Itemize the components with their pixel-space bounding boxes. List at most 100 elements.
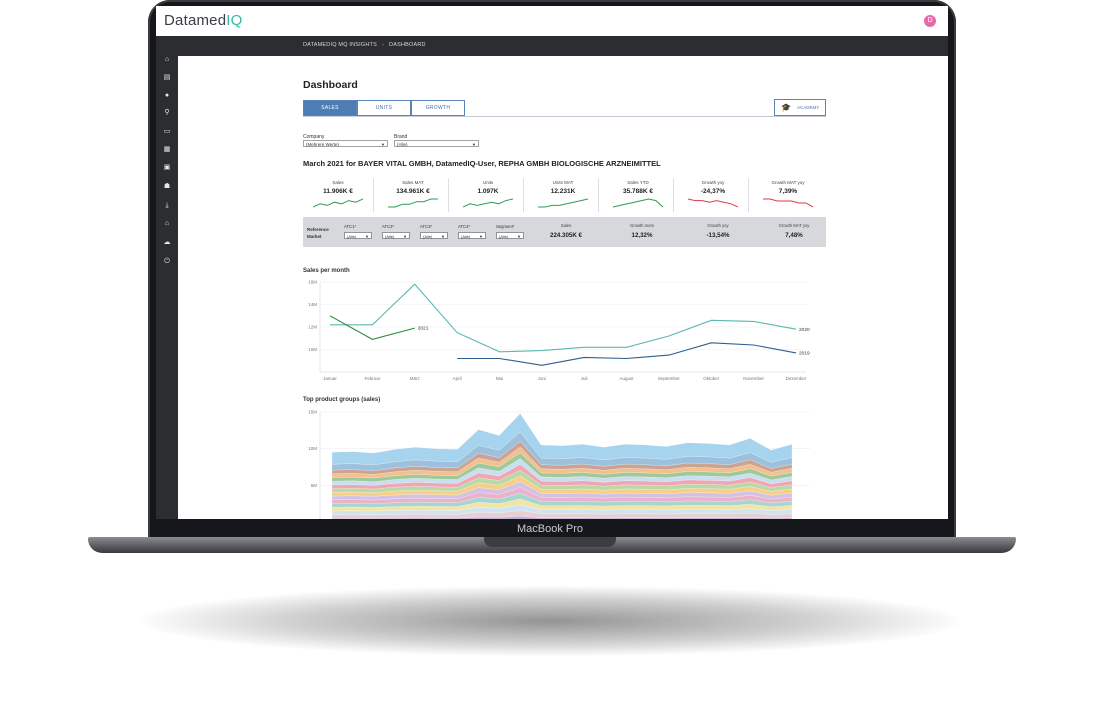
kpi-tile[interactable]: Growth yoy -24,37% <box>678 178 749 212</box>
calendar-icon[interactable]: ▦ <box>163 146 171 154</box>
sales-per-month-chart: 10M 12M 14M 16M Januar Februar März April Mai Jun… <box>308 280 810 382</box>
kpi-label: Sales YTD <box>627 180 649 185</box>
tab-units[interactable]: UNITS <box>357 100 411 116</box>
x-tick-label: Juni <box>538 376 546 381</box>
power-icon[interactable]: ⏻ <box>163 258 171 266</box>
y-tick-label: 10M <box>308 347 317 352</box>
series-line-2021 <box>329 315 415 340</box>
app-topbar: DatamedIQ D <box>156 6 948 36</box>
atc-filter-select[interactable]: (Alle) ▼ <box>496 232 524 239</box>
kpi-tile[interactable]: Sales YTD 35.788K € <box>603 178 674 212</box>
globe-icon[interactable]: ● <box>163 92 171 100</box>
atc-filter-label: ATC3* <box>420 224 433 229</box>
brand-select-value: (Alle) <box>397 142 408 147</box>
kpi-tile[interactable]: Units 1.097K <box>453 178 524 212</box>
sidebar: ⌂ ▤ ● ⚲ ▭ ▦ ▣ ☗ ⤓ ⌂ ☁ ⏻ <box>156 36 178 519</box>
atc-filter-select[interactable]: (Alle) ▼ <box>382 232 410 239</box>
brand-select[interactable]: (Alle) ▼ <box>394 140 479 147</box>
x-tick-label: Januar <box>323 376 337 381</box>
x-tick-label: August <box>620 376 635 381</box>
sparkline-path <box>388 198 438 208</box>
x-tick-label: April <box>453 376 462 381</box>
document-icon[interactable]: ▤ <box>163 74 171 82</box>
download-icon[interactable]: ⤓ <box>163 202 171 210</box>
laptop-base-notch <box>484 537 616 547</box>
x-tick-label: Dezember <box>786 376 807 381</box>
sparkline-path <box>313 198 363 208</box>
reference-kpi-value: 7,48% <box>785 232 803 239</box>
company-select[interactable]: (Mehrere Werte) ▼ <box>303 140 388 147</box>
page-title: Dashboard <box>303 79 358 91</box>
report-headline: March 2021 for BAYER VITAL GMBH, Datamed… <box>303 159 661 168</box>
users-icon[interactable]: ☗ <box>163 183 171 191</box>
x-tick-label: Februar <box>364 376 380 381</box>
reference-kpi: Growth MAT yoy 7,48% <box>759 223 829 239</box>
tab-growth[interactable]: GROWTH <box>411 100 465 116</box>
reference-kpi: Growth yoy -13,54% <box>683 223 753 239</box>
dashboard-content: Dashboard SALES UNITS GROWTH 🎓 ACADEMY C… <box>178 56 948 519</box>
kpi-sparkline <box>463 198 513 208</box>
x-tick-label: Mai <box>496 376 503 381</box>
device-shadow <box>140 586 960 656</box>
list-icon[interactable]: ▣ <box>163 164 171 172</box>
reference-market-label: Reference Market <box>307 227 329 239</box>
breadcrumb-bar: DATAMEDIQ MQ INSIGHTS › DASHBOARD <box>156 36 948 56</box>
building-icon[interactable]: ⌂ <box>163 220 171 228</box>
academy-label: ACADEMY <box>797 105 820 110</box>
tab-divider <box>303 116 826 117</box>
cloud-icon[interactable]: ☁ <box>163 239 171 247</box>
breadcrumb-item-dashboard[interactable]: DASHBOARD <box>389 42 426 48</box>
dropdown-arrow-icon: ▼ <box>472 142 476 147</box>
kpi-label: Sales MAT <box>402 180 424 185</box>
kpi-value: 35.788K € <box>623 188 653 195</box>
x-tick-label: Oktober <box>703 376 720 381</box>
kpi-label: Units <box>482 180 494 185</box>
kpi-value: -24,37% <box>700 188 726 195</box>
atc-filter-label: ATC1* <box>344 224 357 229</box>
reference-kpi-label: Growth yoy <box>707 223 729 228</box>
reference-kpi-label: Sales <box>560 223 572 228</box>
tab-sales[interactable]: SALES <box>303 100 357 116</box>
kpi-tile[interactable]: Growth MAT yoy 7,39% <box>753 178 823 212</box>
atc-select-value: (Alle) <box>347 234 357 239</box>
logo-accent-text: IQ <box>226 12 243 29</box>
kpi-tile[interactable]: Sales 11.906K € <box>303 178 374 212</box>
x-tick-label: Juli <box>581 376 588 381</box>
dropdown-arrow-icon: ▼ <box>381 142 385 147</box>
kpi-sparkline <box>613 198 663 208</box>
atc-filter-label: ATC4* <box>458 224 471 229</box>
reference-market-panel: Reference Market ATC1* (Alle) ▼ ATC2* (Alle) ▼… <box>303 217 826 247</box>
reference-kpi-value: 12,32% <box>631 232 653 239</box>
series-line-2020 <box>330 283 797 353</box>
atc-filter-select[interactable]: (Alle) ▼ <box>344 232 372 239</box>
chat-icon[interactable]: ▭ <box>163 128 171 136</box>
breadcrumb: DATAMEDIQ MQ INSIGHTS › DASHBOARD <box>303 42 426 48</box>
series-line-2019 <box>457 342 797 366</box>
series-label-2019: 2019 <box>799 350 810 356</box>
y-tick-label: 10M <box>308 446 317 451</box>
reference-kpi-label: Growth mom <box>630 223 654 228</box>
y-tick-label: 5M <box>311 483 318 488</box>
kpi-tile[interactable]: Units MAT 12.231K <box>528 178 599 212</box>
app-logo[interactable]: DatamedIQ <box>164 12 243 29</box>
y-tick-label: 12M <box>308 325 317 330</box>
series-label-2020: 2020 <box>799 327 810 333</box>
dropdown-arrow-icon: ▼ <box>365 234 369 239</box>
kpi-label: Sales <box>332 180 344 185</box>
reference-kpi: Growth mom 12,32% <box>607 223 677 239</box>
top-product-groups-chart: 0M5M10M15M <box>308 410 810 519</box>
atc-filter-select[interactable]: (Alle) ▼ <box>420 232 448 239</box>
location-pin-icon[interactable]: ⚲ <box>163 109 171 117</box>
kpi-sparkline <box>763 198 813 208</box>
breadcrumb-item-insights[interactable]: DATAMEDIQ MQ INSIGHTS <box>303 42 377 48</box>
kpi-tile[interactable]: Sales MAT 134.961K € <box>378 178 449 212</box>
kpi-value: 134.961K € <box>396 188 430 195</box>
atc-filter-select[interactable]: (Alle) ▼ <box>458 232 486 239</box>
top-product-groups-title: Top product groups (sales) <box>303 397 381 403</box>
academy-button[interactable]: 🎓 ACADEMY <box>774 99 826 116</box>
user-avatar[interactable]: D <box>924 15 936 27</box>
kpi-sparkline <box>313 198 363 208</box>
atc-filter-label: Segment* <box>496 224 515 229</box>
home-icon[interactable]: ⌂ <box>163 56 171 64</box>
kpi-value: 12.231K <box>550 188 576 195</box>
